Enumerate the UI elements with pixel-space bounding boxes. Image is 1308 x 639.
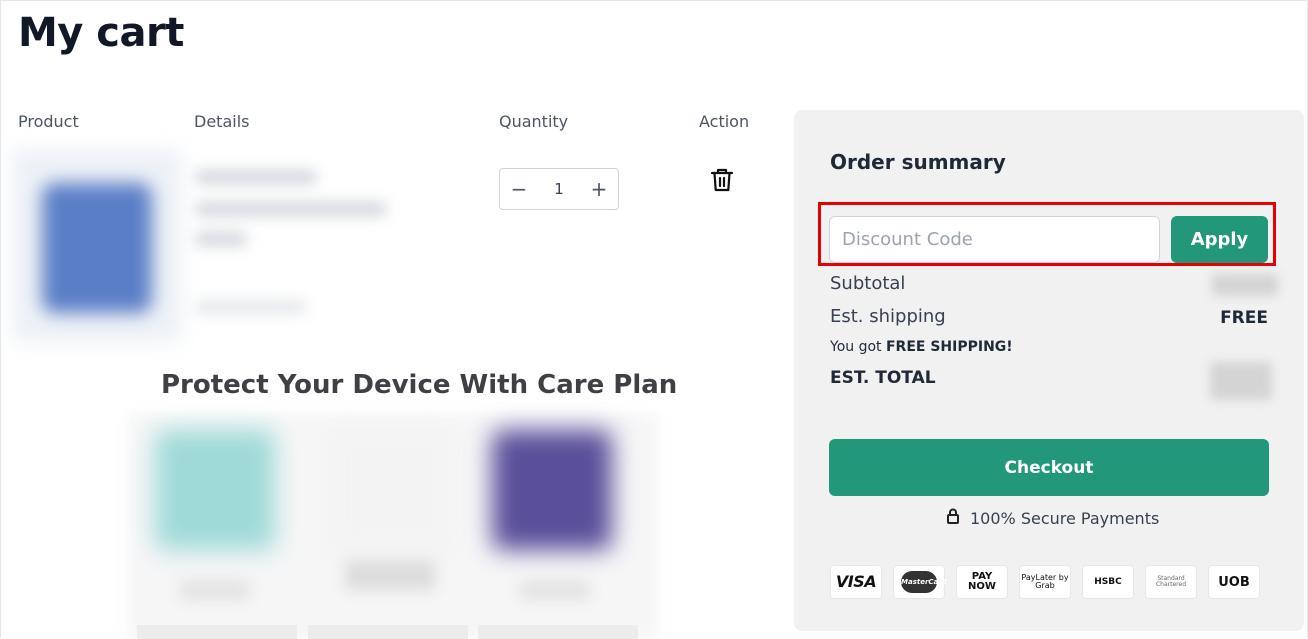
payment-methods: VISA MasterCard PAY NOW PayLater by Grab… <box>830 565 1260 599</box>
trash-icon[interactable] <box>709 166 735 194</box>
care-plan-card-3-image[interactable] <box>492 430 612 550</box>
product-extra-blurred <box>196 300 306 314</box>
secure-payments-label: 100% Secure Payments <box>970 508 1160 528</box>
hsbc-icon: HSBC <box>1082 565 1134 599</box>
care-plan-card-2-image[interactable] <box>330 430 450 550</box>
shipping-value: FREE <box>1220 308 1268 328</box>
paynow-icon: PAY NOW <box>956 565 1008 599</box>
free-shipping-note: You got FREE SHIPPING! <box>830 339 1013 355</box>
subtotal-label: Subtotal <box>830 273 906 294</box>
product-price-blurred <box>196 232 246 246</box>
discount-code-input[interactable] <box>829 216 1160 263</box>
column-header-product: Product <box>18 112 79 131</box>
product-image[interactable] <box>12 148 182 343</box>
quantity-stepper[interactable]: − 1 + <box>499 168 619 210</box>
column-header-action: Action <box>699 112 750 131</box>
secure-payments: 100% Secure Payments <box>946 508 1159 528</box>
checkout-button[interactable]: Checkout <box>829 439 1269 496</box>
free-note-bold: FREE SHIPPING! <box>885 339 1013 355</box>
care-plan-card-1-footer <box>137 625 297 639</box>
lock-icon <box>946 508 960 528</box>
apply-button[interactable]: Apply <box>1171 216 1268 263</box>
care-plan-card-3-footer <box>478 625 638 639</box>
standard-chartered-icon: Standard Chartered <box>1145 565 1197 599</box>
free-note-prefix: You got <box>830 339 886 355</box>
uob-icon: UOB <box>1208 565 1260 599</box>
care-plan-card-1-blurred <box>180 580 250 600</box>
care-plan-card-2-footer <box>308 625 468 639</box>
subtotal-value-blurred <box>1212 274 1278 296</box>
page-title: My cart <box>18 10 184 56</box>
column-header-details: Details <box>194 112 250 131</box>
quantity-value: 1 <box>554 180 564 198</box>
care-plan-card-1-image[interactable] <box>155 430 275 550</box>
decrement-button[interactable]: − <box>500 169 538 209</box>
order-summary-title: Order summary <box>830 150 1006 174</box>
est-total-label: EST. TOTAL <box>830 368 936 388</box>
mastercard-icon: MasterCard <box>893 565 947 599</box>
product-name-blurred[interactable] <box>196 170 316 184</box>
visa-icon: VISA <box>830 565 882 599</box>
column-header-quantity: Quantity <box>499 112 569 131</box>
care-plan-title: Protect Your Device With Care Plan <box>161 370 678 400</box>
care-plan-card-2-blurred <box>345 560 435 590</box>
paylater-icon: PayLater by Grab <box>1019 565 1071 599</box>
increment-button[interactable]: + <box>580 169 618 209</box>
order-summary-panel: Order summary Apply Subtotal Est. shippi… <box>794 110 1304 631</box>
product-variant-blurred <box>196 202 386 216</box>
est-total-value-blurred <box>1210 362 1272 400</box>
shipping-label: Est. shipping <box>830 306 946 327</box>
care-plan-card-3-blurred <box>520 580 590 600</box>
